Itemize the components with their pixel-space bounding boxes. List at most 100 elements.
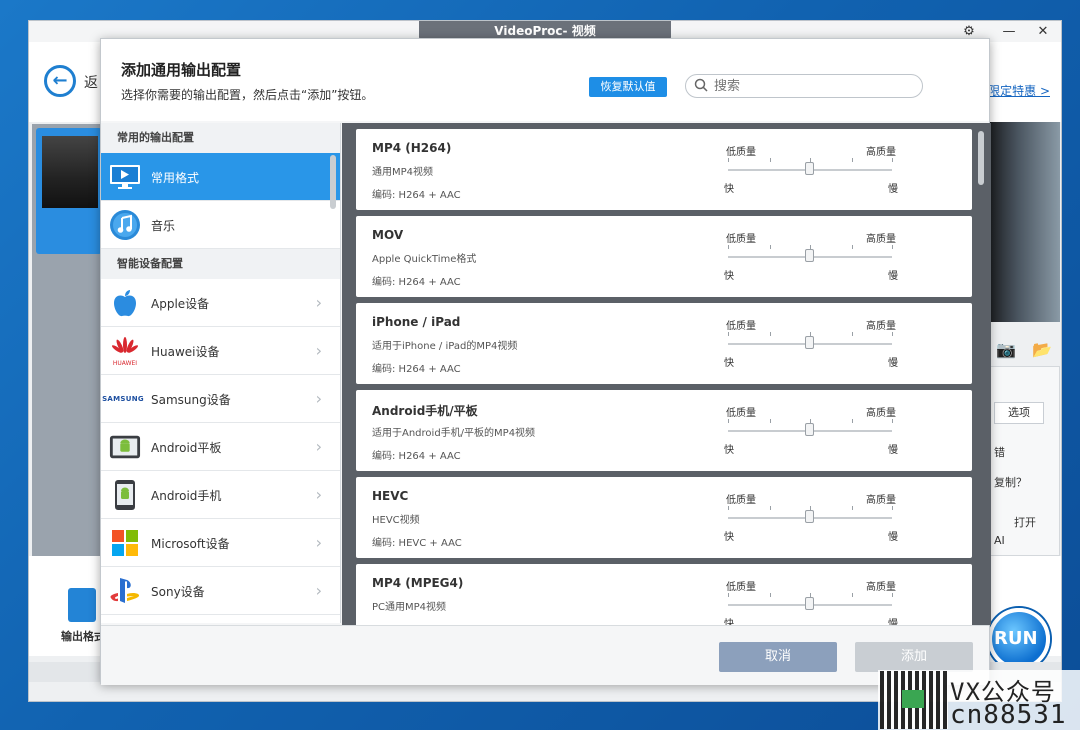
sidebar-item-microsoft[interactable]: Microsoft设备 ›: [101, 519, 340, 567]
apple-logo-icon: [109, 287, 141, 319]
profile-card[interactable]: MP4 (H264) 通用MP4视频 编码: H264 + AAC 低质量 高质…: [356, 129, 972, 210]
profile-name: HEVC: [372, 489, 409, 503]
sidebar-item-label: Android平板: [151, 441, 222, 455]
chevron-right-icon: ›: [315, 389, 322, 408]
search-input[interactable]: [714, 77, 914, 95]
sidebar-scrollbar[interactable]: [330, 155, 336, 209]
options-button[interactable]: 选项: [994, 402, 1044, 424]
close-button[interactable]: ✕: [1033, 23, 1053, 41]
dialog-footer: 取消 添加: [101, 625, 989, 685]
speed-slow-label: 慢: [888, 271, 898, 282]
options-text-err: 错: [994, 446, 1005, 459]
quality-slider-knob[interactable]: [805, 249, 814, 262]
profile-description: 适用于Android手机/平板的MP4视频: [372, 428, 536, 439]
android-tablet-icon: [109, 431, 141, 463]
quality-high-label: 高质量: [866, 582, 896, 593]
sidebar-item-apple[interactable]: Apple设备 ›: [101, 279, 340, 327]
quality-low-label: 低质量: [726, 234, 756, 245]
profile-list-scrollbar[interactable]: [978, 131, 984, 185]
profile-codec: 编码: H264 + AAC: [372, 451, 461, 462]
monitor-icon: [109, 161, 141, 193]
add-profile-dialog: 添加通用输出配置 选择你需要的输出配置，然后点击“添加”按钮。 恢复默认值 常用…: [100, 38, 991, 685]
profile-codec: 编码: HEVC + AAC: [372, 538, 462, 549]
speed-slow-label: 慢: [888, 619, 898, 625]
sidebar-item-label: Sony设备: [151, 585, 205, 599]
profile-name: Android手机/平板: [372, 404, 478, 418]
promo-link[interactable]: 限定特惠 >: [988, 82, 1050, 99]
device-section-header: 智能设备配置: [101, 249, 340, 279]
back-label[interactable]: 返: [84, 72, 98, 92]
profile-card[interactable]: HEVC HEVC视频 编码: HEVC + AAC 低质量 高质量 快 慢: [356, 477, 972, 558]
quality-high-label: 高质量: [866, 147, 896, 158]
run-button[interactable]: RUN: [988, 608, 1050, 670]
profile-name: MP4 (H264): [372, 141, 452, 155]
profile-card[interactable]: Android手机/平板 适用于Android手机/平板的MP4视频 编码: H…: [356, 390, 972, 471]
add-button[interactable]: 添加: [855, 642, 973, 672]
quality-high-label: 高质量: [866, 321, 896, 332]
dialog-title: 添加通用输出配置: [121, 61, 242, 79]
quality-low-label: 低质量: [726, 582, 756, 593]
speed-fast-label: 快: [724, 271, 734, 282]
quality-low-label: 低质量: [726, 495, 756, 506]
sidebar-item-huawei[interactable]: HUAWEI Huawei设备 ›: [101, 327, 340, 375]
sidebar-item-android-tablet[interactable]: Android平板 ›: [101, 423, 340, 471]
slider-tick: [728, 245, 729, 249]
sidebar-item-label: Microsoft设备: [151, 537, 230, 551]
profile-description: PC通用MP4视频: [372, 602, 447, 613]
music-note-icon: [109, 209, 141, 241]
chevron-right-icon: ›: [315, 485, 322, 504]
options-text-copy: 复制？: [994, 476, 1027, 489]
profile-codec: 编码: H264 + AAC: [372, 277, 461, 288]
profile-description: 通用MP4视频: [372, 167, 434, 178]
quality-slider-knob[interactable]: [805, 162, 814, 175]
sidebar-item-samsung[interactable]: SAMSUNG Samsung设备 ›: [101, 375, 340, 423]
speed-fast-label: 快: [724, 184, 734, 195]
slider-tick: [892, 419, 893, 423]
camera-icon[interactable]: 📷: [996, 340, 1016, 359]
quality-high-label: 高质量: [866, 495, 896, 506]
slider-tick: [852, 332, 853, 336]
speed-slow-label: 慢: [888, 445, 898, 456]
slider-tick: [852, 593, 853, 597]
chevron-right-icon: ›: [315, 533, 322, 552]
quality-slider-knob[interactable]: [805, 510, 814, 523]
slider-tick: [892, 506, 893, 510]
sidebar-item-common-formats[interactable]: 常用格式: [101, 153, 340, 201]
samsung-logo-icon: SAMSUNG: [102, 383, 144, 415]
sidebar-item-android-phone[interactable]: Android手机 ›: [101, 471, 340, 519]
profile-description: HEVC视频: [372, 515, 420, 526]
quality-slider-knob[interactable]: [805, 423, 814, 436]
huawei-logo-icon: HUAWEI: [109, 335, 141, 367]
slider-tick: [728, 419, 729, 423]
minimize-button[interactable]: —: [999, 23, 1019, 41]
profile-card[interactable]: MOV Apple QuickTime格式 编码: H264 + AAC 低质量…: [356, 216, 972, 297]
chevron-right-icon: ›: [315, 293, 322, 312]
ai-label: AI: [994, 534, 1005, 547]
output-format-label: 输出格式: [61, 630, 105, 643]
speed-fast-label: 快: [724, 619, 734, 625]
folder-icon[interactable]: 📂: [1032, 340, 1052, 359]
slider-tick: [770, 245, 771, 249]
profile-card[interactable]: MP4 (MPEG4) PC通用MP4视频 低质量 高质量 快 慢: [356, 564, 972, 625]
open-button[interactable]: 打开: [1014, 514, 1036, 530]
profile-card[interactable]: iPhone / iPad 适用于iPhone / iPad的MP4视频 编码:…: [356, 303, 972, 384]
profile-description: 适用于iPhone / iPad的MP4视频: [372, 341, 518, 352]
quality-low-label: 低质量: [726, 321, 756, 332]
quality-slider-knob[interactable]: [805, 597, 814, 610]
quality-slider-knob[interactable]: [805, 336, 814, 349]
sidebar-item-music[interactable]: 音乐: [101, 201, 340, 249]
qr-center-mark: [902, 690, 924, 708]
microsoft-logo-icon: [109, 527, 141, 559]
sidebar-item-sony[interactable]: Sony设备 ›: [101, 567, 340, 615]
cancel-button[interactable]: 取消: [719, 642, 837, 672]
slider-tick: [892, 332, 893, 336]
restore-defaults-button[interactable]: 恢复默认值: [589, 77, 667, 97]
output-format-icon[interactable]: [68, 588, 96, 622]
sidebar-item-label: Huawei设备: [151, 345, 220, 359]
search-box[interactable]: [685, 74, 923, 98]
dialog-subtitle: 选择你需要的输出配置，然后点击“添加”按钮。: [121, 88, 374, 102]
slider-tick: [770, 506, 771, 510]
speed-fast-label: 快: [724, 532, 734, 543]
slider-tick: [892, 593, 893, 597]
back-arrow-icon[interactable]: ←: [44, 65, 76, 97]
